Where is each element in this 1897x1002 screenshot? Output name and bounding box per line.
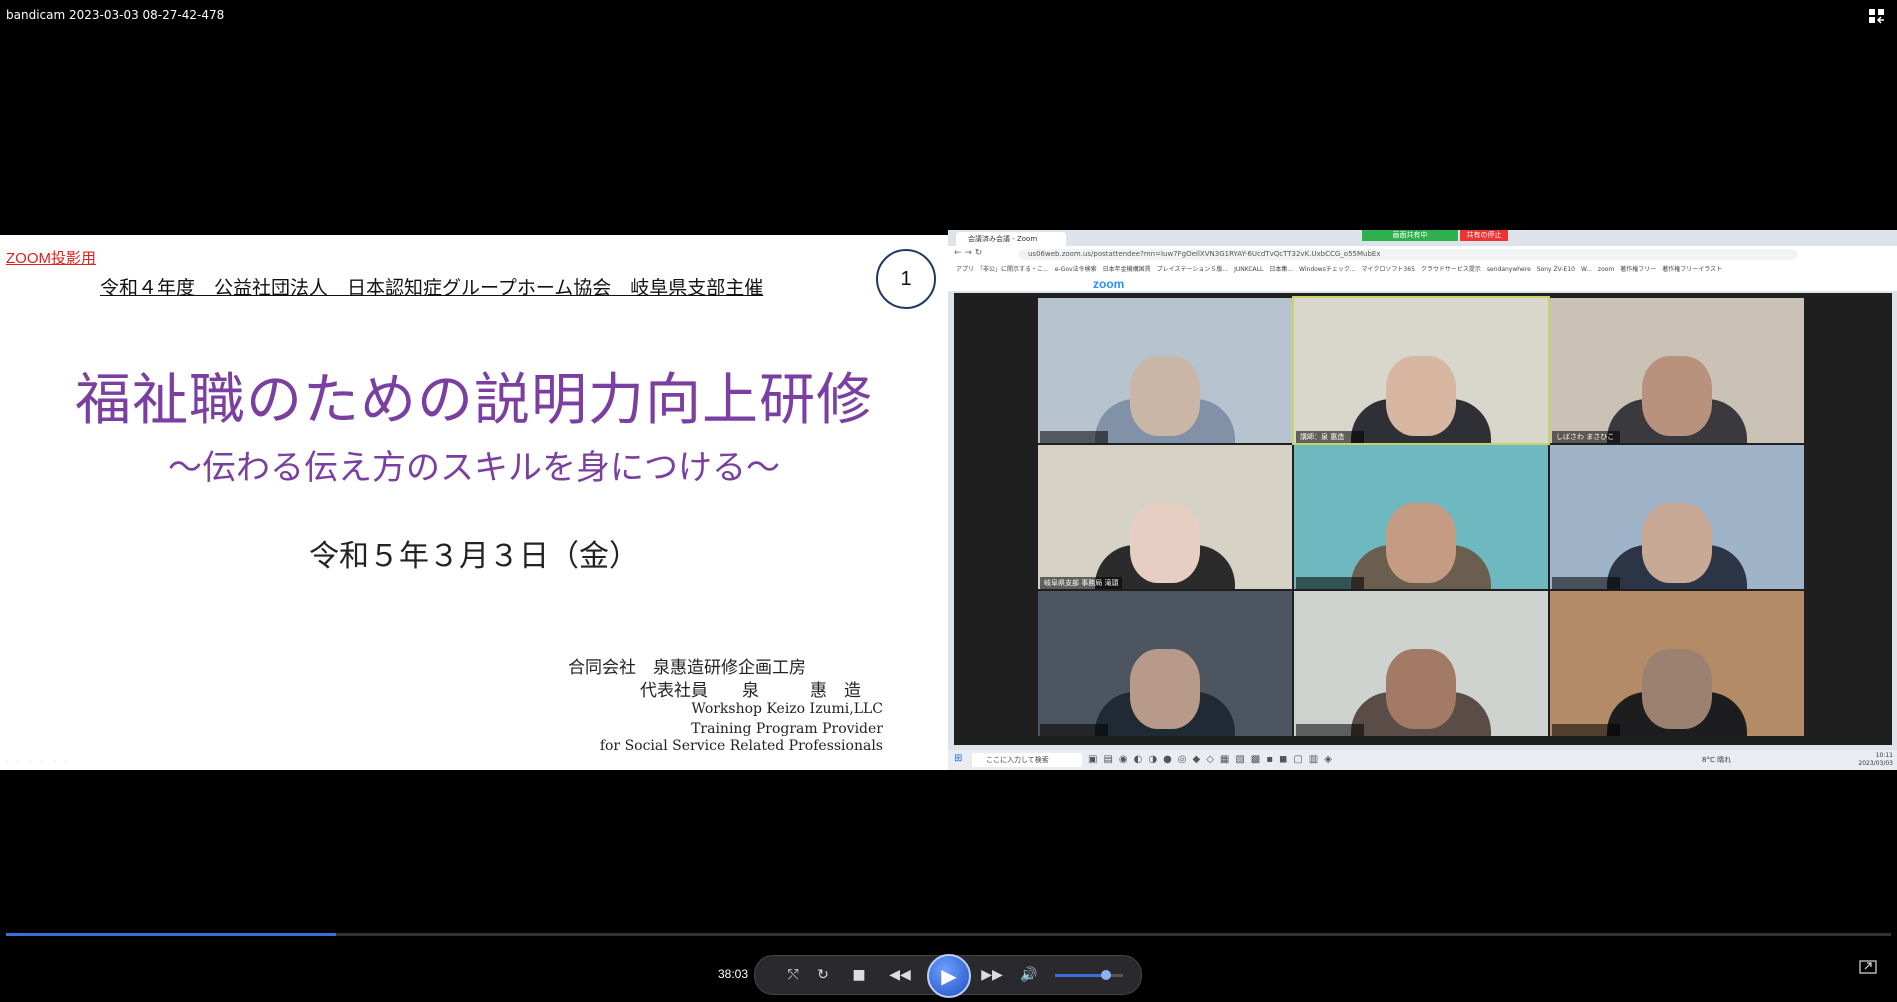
organizer-line: 令和４年度 公益社団法人 日本認知症グループホーム協会 岐阜県支部主催 [100,277,764,299]
slide-page-number: 1 [876,249,936,309]
participant-name: 講師：泉 惠造 [1296,430,1364,443]
fast-forward-icon[interactable]: ▶▶ [977,965,1007,985]
english-line-1: Workshop Keizo Izumi,LLC [691,701,883,717]
browser-window: 会議済み会議 - Zoom 画面共有中 共有の停止 ← → ↻ us06web.… [948,230,1897,770]
participant-tile[interactable] [1038,298,1292,443]
participant-tile[interactable]: 講師：泉 惠造 [1292,296,1550,445]
participant-name [1296,577,1364,590]
zoom-projection-label: ZOOM投影用 [6,250,96,267]
browser-tab[interactable]: 会議済み会議 - Zoom [956,232,1066,246]
taskbar-clock[interactable]: 10:11 2023/03/03 [1858,752,1893,768]
tab-bar: 会議済み会議 - Zoom 画面共有中 共有の停止 [948,230,1897,246]
stop-icon[interactable]: ■ [849,965,869,985]
ab-repeat-icon[interactable]: ⤲ [783,965,803,985]
participant-face [1386,649,1456,730]
participant-name: 岐阜県支部 事務局 滝頭 [1040,577,1123,590]
participant-tile[interactable] [1038,591,1292,736]
participant-tile[interactable] [1550,444,1804,590]
representative: 代表社員 泉 惠 造 [640,681,861,701]
participant-grid: 講師：泉 惠造 しばさわ まさひこ岐阜県支部 事務局 滝頭 [1038,296,1804,736]
english-line-3: for Social Service Related Professionals [599,738,883,754]
stop-share-button[interactable]: 共有の停止 [1460,230,1508,241]
participant-tile[interactable] [1294,591,1548,736]
participant-name [1296,724,1364,736]
participant-name [1040,724,1108,736]
weather-widget[interactable]: 8°C 晴れ [1702,755,1731,765]
participant-face [1130,649,1200,730]
slide-subtitle: ～伝わる伝え方のスキルを身につける～ [168,448,780,488]
slide-tools-icon[interactable]: ◦◦◦◦◦◦ [4,757,75,768]
participant-name [1552,577,1620,590]
bookmarks-bar[interactable]: アプリ 「非公」に開示する・こ... e-Gov法令検索 日本年金機構国賃 プレ… [948,263,1897,277]
clock-time: 10:11 [1875,752,1893,759]
nav-arrows-icon[interactable]: ← → ↻ [954,248,982,258]
slide-date: 令和５年３月３日（金） [309,539,639,574]
url-field[interactable]: us06web.zoom.us/postattendee?mn=Iuw7FgOe… [1018,249,1798,260]
windows-start-icon[interactable]: ⊞ [954,754,964,764]
zoom-header: zoom [948,277,1897,291]
slide-title: 福祉職のための説明力向上研修 [75,368,873,433]
address-bar-row: ← → ↻ us06web.zoom.us/postattendee?mn=Iu… [948,246,1897,263]
seek-bar[interactable] [6,933,1891,936]
participant-face [1386,355,1456,436]
participant-face [1642,649,1712,730]
windows-taskbar: ⊞ ここに入力して検索 ▣▤◉◐◑●◎◆◇▦▧▩▪◼▢▥◈ 8°C 晴れ 10:… [948,750,1897,770]
volume-icon[interactable]: 🔊 [1019,965,1039,985]
taskbar-search[interactable]: ここに入力して検索 [972,753,1082,767]
participant-tile[interactable] [1550,591,1804,736]
presentation-slide: ZOOM投影用 令和４年度 公益社団法人 日本認知症グループホーム協会 岐阜県支… [0,235,948,770]
participant-tile[interactable]: しばさわ まさひこ [1550,298,1804,443]
seek-progress [6,933,336,936]
participant-face [1130,355,1200,436]
participant-face [1130,502,1200,583]
share-status-bar: 画面共有中 [1362,230,1458,241]
volume-slider[interactable] [1055,970,1123,980]
player-controls: ⤲ ↻ ■ ◀◀ ▶ ▶▶ 🔊 [754,954,1142,998]
pip-icon[interactable] [1859,960,1877,974]
volume-knob[interactable] [1101,970,1111,980]
zoom-meeting-area: 講師：泉 惠造 しばさわ まさひこ岐阜県支部 事務局 滝頭 [954,293,1892,745]
zoom-logo[interactable]: zoom [1093,277,1124,291]
expand-icon[interactable] [1867,6,1887,26]
participant-face [1642,355,1712,436]
window-title: bandicam 2023-03-03 08-27-42-478 [6,8,225,22]
elapsed-time: 38:03 [718,967,749,981]
participant-name [1552,724,1620,736]
participant-tile[interactable] [1294,444,1548,590]
clock-date: 2023/03/03 [1858,760,1893,767]
repeat-icon[interactable]: ↻ [813,965,833,985]
company-name: 合同会社 泉惠造研修企画工房 [568,658,806,678]
rewind-icon[interactable]: ◀◀ [885,965,915,985]
participant-tile[interactable]: 岐阜県支部 事務局 滝頭 [1038,444,1292,590]
participant-name: しばさわ まさひこ [1552,430,1620,443]
taskbar-app-icons[interactable]: ▣▤◉◐◑●◎◆◇▦▧▩▪◼▢▥◈ [1088,754,1338,765]
play-button[interactable]: ▶ [927,954,971,998]
participant-name [1040,430,1108,443]
english-line-2: Training Program Provider [691,721,883,737]
participant-face [1386,502,1456,583]
participant-face [1642,502,1712,583]
volume-level [1055,974,1106,977]
